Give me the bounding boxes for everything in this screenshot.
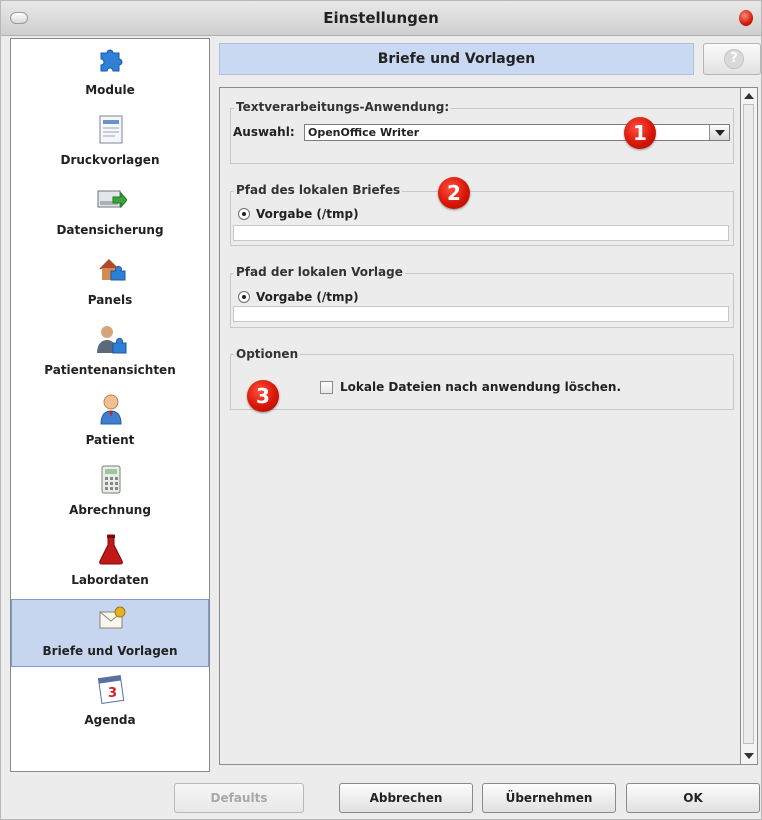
patient-views-icon <box>97 326 127 354</box>
sidebar-item-agenda[interactable]: 3 Agenda <box>11 669 209 737</box>
panel-header: Briefe und Vorlagen <box>219 43 694 75</box>
sidebar-item-panels[interactable]: Panels <box>11 249 209 317</box>
letter-path-default-radio[interactable] <box>238 208 250 220</box>
delete-local-files-label: Lokale Dateien nach anwendung löschen. <box>340 380 622 394</box>
window-title: Einstellungen <box>323 9 439 27</box>
sidebar-item-labordaten[interactable]: Labordaten <box>11 529 209 597</box>
settings-content: Textverarbeitungs-Anwendung: Auswahl: Op… <box>219 87 741 765</box>
marker-badge-3: 3 <box>247 380 279 412</box>
text-app-select[interactable]: OpenOffice Writer <box>304 124 730 141</box>
letter-path-field[interactable] <box>233 225 729 241</box>
sidebar-item-label: Agenda <box>84 713 136 727</box>
sidebar-item-label: Patient <box>85 433 135 447</box>
select-arrow[interactable] <box>709 125 729 140</box>
sidebar-item-patientenansichten[interactable]: Patientenansichten <box>11 319 209 387</box>
panels-icon <box>99 259 126 281</box>
sidebar-item-label: Datensicherung <box>56 223 164 237</box>
template-path-radio-label: Vorgabe (/tmp) <box>256 290 359 304</box>
panel-title: Briefe und Vorlagen <box>377 51 536 67</box>
auswahl-label: Auswahl: <box>233 125 295 139</box>
letter-icon <box>99 606 126 629</box>
sidebar-item-druckvorlagen[interactable]: Druckvorlagen <box>11 109 209 177</box>
text-app-select-value: OpenOffice Writer <box>308 126 420 139</box>
calculator-icon <box>101 465 121 494</box>
settings-window: Einstellungen Module Druckvorlagen Daten… <box>0 0 762 820</box>
scroll-track[interactable] <box>743 104 754 744</box>
person-icon <box>100 394 122 425</box>
help-icon: ? <box>724 49 744 69</box>
help-button[interactable]: ? <box>703 43 761 75</box>
apply-button[interactable]: Übernehmen <box>482 783 616 813</box>
sidebar-item-datensicherung[interactable]: Datensicherung <box>11 179 209 247</box>
sidebar-item-label: Panels <box>87 293 133 307</box>
settings-sidebar: Module Druckvorlagen Datensicherung Pane… <box>10 38 210 772</box>
backup-icon <box>97 190 127 209</box>
document-icon <box>99 115 123 144</box>
scroll-down-icon[interactable] <box>744 753 754 759</box>
chevron-down-icon <box>715 130 725 136</box>
sidebar-item-abrechnung[interactable]: Abrechnung <box>11 459 209 527</box>
flask-icon <box>99 534 123 565</box>
template-path-default-radio[interactable] <box>238 291 250 303</box>
letter-path-legend: Pfad des lokalen Briefes <box>234 183 403 197</box>
sidebar-item-label: Patientenansichten <box>44 363 176 377</box>
defaults-button[interactable]: Defaults <box>174 783 304 813</box>
sidebar-item-briefe-und-vorlagen[interactable]: Briefe und Vorlagen <box>11 599 209 667</box>
template-path-legend: Pfad der lokalen Vorlage <box>234 265 405 279</box>
sidebar-item-label: Briefe und Vorlagen <box>42 644 178 658</box>
title-bar[interactable]: Einstellungen <box>1 1 761 36</box>
sidebar-item-label: Abrechnung <box>69 503 151 517</box>
letter-path-radio-label: Vorgabe (/tmp) <box>256 207 359 221</box>
marker-badge-2: 2 <box>438 177 470 209</box>
template-path-field[interactable] <box>233 306 729 322</box>
svg-text:3: 3 <box>108 686 117 701</box>
radio-dot <box>242 212 246 216</box>
puzzle-icon <box>100 49 123 72</box>
close-icon[interactable] <box>739 10 753 26</box>
content-scrollbar[interactable] <box>741 87 758 765</box>
cancel-button[interactable]: Abbrechen <box>339 783 473 813</box>
delete-local-files-checkbox[interactable] <box>320 381 333 394</box>
text-app-legend: Textverarbeitungs-Anwendung: <box>234 100 452 114</box>
marker-badge-1: 1 <box>624 117 656 149</box>
scroll-up-icon[interactable] <box>744 93 754 99</box>
sidebar-item-label: Module <box>85 83 135 97</box>
sidebar-item-label: Labordaten <box>71 573 149 587</box>
radio-dot <box>242 295 246 299</box>
options-legend: Optionen <box>234 347 301 361</box>
sidebar-item-patient[interactable]: Patient <box>11 389 209 457</box>
ok-button[interactable]: OK <box>626 783 760 813</box>
sidebar-item-module[interactable]: Module <box>11 39 209 107</box>
calendar-icon: 3 <box>97 675 125 704</box>
sidebar-item-label: Druckvorlagen <box>60 153 160 167</box>
